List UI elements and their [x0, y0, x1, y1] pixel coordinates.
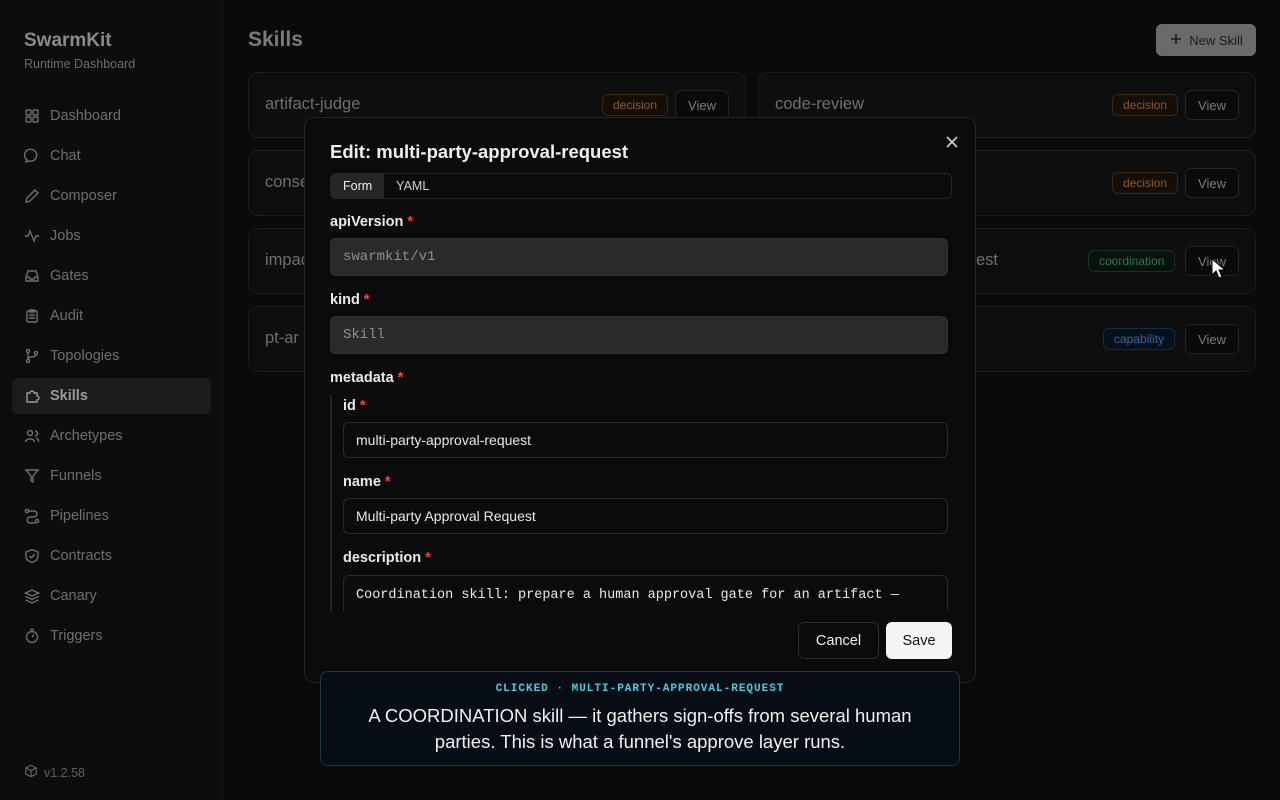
sidebar-item-label: Gates [50, 268, 89, 284]
sidebar-item-funnels[interactable]: Funnels [12, 458, 211, 494]
sidebar-item-archetypes[interactable]: Archetypes [12, 418, 211, 454]
pen-icon [24, 188, 40, 204]
caption-kicker: CLICKED · MULTI-PARTY-APPROVAL-REQUEST [495, 683, 785, 695]
sidebar-item-label: Archetypes [50, 428, 123, 444]
id-label: id * [343, 398, 366, 414]
page-title: Skills [248, 28, 303, 51]
app-brand: SwarmKit [24, 30, 112, 51]
close-icon[interactable] [944, 134, 960, 150]
workflow-icon [24, 508, 40, 524]
view-button[interactable]: View [1185, 168, 1239, 198]
sidebar-item-audit[interactable]: Audit [12, 298, 211, 334]
modal-title: Edit: multi-party-approval-request [330, 141, 629, 162]
required-mark: * [359, 398, 366, 414]
sidebar-item-pipelines[interactable]: Pipelines [12, 498, 211, 534]
sidebar-item-composer[interactable]: Composer [12, 178, 211, 214]
kind-field[interactable]: Skill [330, 316, 948, 354]
description-label: description * [343, 550, 431, 566]
sidebar-item-label: Chat [50, 148, 81, 164]
sidebar-item-label: Contracts [50, 548, 113, 564]
tab-form[interactable]: Form [331, 174, 385, 198]
skill-name: pt-ar [265, 329, 299, 347]
sidebar-nav: Dashboard Chat Composer Jobs Gates Audit… [12, 98, 211, 658]
sidebar-item-jobs[interactable]: Jobs [12, 218, 211, 254]
category-badge: capability [1103, 328, 1176, 350]
sidebar-item-label: Skills [50, 388, 88, 404]
sidebar-item-canary[interactable]: Canary [12, 578, 211, 614]
description-field[interactable]: Coordination skill: prepare a human appr… [343, 575, 948, 611]
sidebar-item-label: Canary [50, 588, 97, 604]
layers-icon [24, 588, 40, 604]
new-skill-button[interactable]: New Skill [1156, 24, 1256, 56]
plus-icon [1169, 32, 1183, 49]
mouse-cursor-icon [1211, 257, 1227, 280]
sidebar-item-label: Jobs [50, 228, 81, 244]
sidebar-item-dashboard[interactable]: Dashboard [12, 98, 211, 134]
save-button[interactable]: Save [886, 622, 952, 659]
grid-icon [24, 108, 40, 124]
timer-icon [24, 628, 40, 644]
cancel-button[interactable]: Cancel [798, 622, 879, 659]
name-label: name * [343, 474, 391, 490]
sidebar-item-label: Pipelines [50, 508, 109, 524]
puzzle-icon [24, 388, 40, 404]
apiversion-field[interactable]: swarmkit/v1 [330, 238, 948, 276]
sidebar-item-gates[interactable]: Gates [12, 258, 211, 294]
skill-name: artifact-judge [265, 95, 361, 113]
sidebar-item-label: Audit [50, 308, 84, 324]
required-mark: * [425, 550, 431, 566]
apiversion-label: apiVersion * [330, 214, 413, 230]
inbox-icon [24, 268, 40, 284]
tutorial-caption: CLICKED · MULTI-PARTY-APPROVAL-REQUEST A… [320, 671, 960, 766]
sidebar-item-label: Triggers [50, 628, 103, 644]
required-mark: * [384, 474, 391, 490]
chat-bubble-icon [24, 148, 40, 164]
sidebar-item-label: Composer [50, 188, 117, 204]
required-mark: * [407, 214, 413, 230]
package-icon [24, 764, 38, 781]
edit-skill-modal: Edit: multi-party-approval-request Form … [304, 117, 976, 683]
branch-icon [24, 348, 40, 364]
view-button[interactable]: View [1185, 324, 1239, 354]
version-text: v1.2.58 [44, 765, 86, 780]
metadata-label: metadata * [330, 370, 404, 386]
clipboard-icon [24, 308, 40, 324]
skill-name: conse [265, 173, 310, 191]
view-button[interactable]: View [675, 90, 729, 120]
sidebar-item-label: Topologies [50, 348, 120, 364]
category-badge: decision [602, 94, 669, 116]
sidebar-item-triggers[interactable]: Triggers [12, 618, 211, 654]
view-button[interactable]: View [1185, 90, 1239, 120]
skill-name: code-review [775, 95, 864, 113]
metadata-group-line [330, 395, 332, 612]
required-mark: * [363, 292, 370, 308]
sidebar-item-chat[interactable]: Chat [12, 138, 211, 174]
sidebar-item-topologies[interactable]: Topologies [12, 338, 211, 374]
skill-name: est [976, 251, 999, 269]
tab-yaml[interactable]: YAML [384, 174, 441, 198]
shield-icon [24, 548, 40, 564]
editor-tabs: Form YAML [330, 173, 952, 199]
sidebar-item-skills[interactable]: Skills [12, 378, 211, 414]
category-badge: decision [1112, 94, 1179, 116]
required-mark: * [397, 370, 404, 386]
skill-name: impac [265, 251, 310, 269]
category-badge: coordination [1088, 250, 1176, 272]
funnel-icon [24, 468, 40, 484]
app-subtitle: Runtime Dashboard [24, 57, 136, 71]
version-label: v1.2.58 [24, 764, 85, 781]
activity-icon [24, 228, 40, 244]
caption-text: A COORDINATION skill — it gathers sign-o… [368, 705, 912, 752]
sidebar-item-label: Funnels [50, 468, 102, 484]
new-skill-label: New Skill [1189, 32, 1243, 48]
name-field[interactable]: Multi-party Approval Request [343, 498, 948, 534]
sidebar-item-label: Dashboard [50, 108, 121, 124]
category-badge: decision [1112, 172, 1179, 194]
users-icon [24, 428, 40, 444]
id-field[interactable]: multi-party-approval-request [343, 422, 948, 458]
sidebar: SwarmKit Runtime Dashboard Dashboard Cha… [0, 0, 223, 800]
sidebar-item-contracts[interactable]: Contracts [12, 538, 211, 574]
kind-label: kind * [330, 292, 370, 308]
